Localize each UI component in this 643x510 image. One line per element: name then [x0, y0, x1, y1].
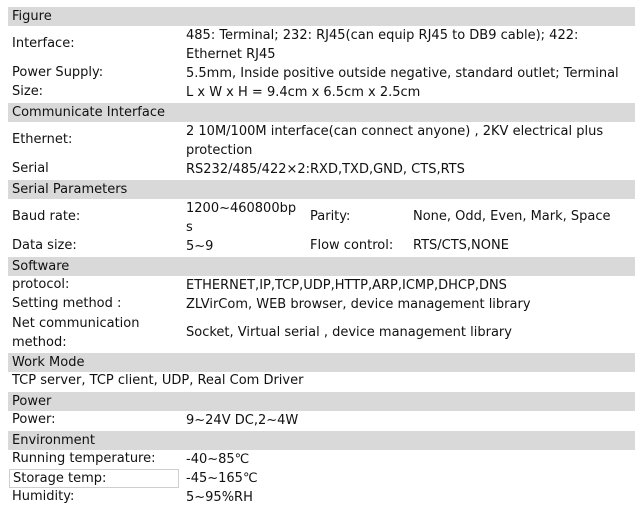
parity-label: Parity:	[310, 209, 351, 224]
spec-table: Figure Interface: 485: Terminal; 232: RJ…	[8, 6, 635, 507]
storage-temp-label: Storage temp:	[9, 469, 179, 488]
running-temperature-label: Running temperature:	[12, 451, 156, 466]
size-value: L x W x H = 9.4cm x 6.5cm x 2.5cm	[186, 85, 421, 100]
storage-temp-value: -45~165℃	[186, 471, 258, 486]
row-size: Size: L x W x H = 9.4cm x 6.5cm x 2.5cm	[8, 83, 635, 102]
work-mode-value: TCP server, TCP client, UDP, Real Com Dr…	[12, 373, 304, 388]
row-ethernet: Ethernet: 2 10M/100M interface(can conne…	[8, 122, 635, 160]
running-temperature-value: -40~85℃	[186, 452, 250, 467]
row-power-supply: Power Supply: 5.5mm, Inside positive out…	[8, 64, 635, 83]
ethernet-value: 2 10M/100M interface(can connect anyone)…	[186, 124, 604, 158]
power-supply-label: Power Supply:	[12, 65, 104, 80]
baud-label: Baud rate:	[12, 209, 81, 224]
row-net-communication: Net communication method: Socket, Virtua…	[8, 314, 635, 352]
setting-method-label: Setting method :	[12, 296, 122, 311]
serial-value: RS232/485/422×2:RXD,TXD,GND, CTS,RTS	[186, 162, 465, 177]
size-label: Size:	[12, 84, 44, 99]
flow-control-label: Flow control:	[310, 238, 394, 253]
power-supply-value: 5.5mm, Inside positive outside negative,…	[186, 66, 619, 81]
net-communication-value: Socket, Virtual serial , device manageme…	[186, 325, 512, 340]
flow-control-value: RTS/CTS,NONE	[413, 238, 509, 253]
row-baud: Baud rate: 1200~460800bps Parity: None, …	[8, 199, 635, 237]
row-humidity: Humidity: 5~95%RH	[8, 488, 635, 507]
setting-method-value: ZLVirCom, WEB browser, device management…	[186, 297, 531, 312]
power-label: Power:	[12, 412, 56, 427]
protocol-value: ETHERNET,IP,TCP,UDP,HTTP,ARP,ICMP,DHCP,D…	[186, 278, 507, 293]
row-power: Power: 9~24V DC,2~4W	[8, 411, 635, 430]
section-header-software: Software	[8, 256, 635, 276]
row-serial: Serial RS232/485/422×2:RXD,TXD,GND, CTS,…	[8, 160, 635, 179]
interface-value: 485: Terminal; 232: RJ45(can equip RJ45 …	[186, 28, 579, 62]
data-size-label: Data size:	[12, 238, 77, 253]
interface-label: Interface:	[12, 36, 75, 51]
row-interface: Interface: 485: Terminal; 232: RJ45(can …	[8, 26, 635, 64]
baud-value: 1200~460800bps	[186, 201, 297, 235]
row-protocol: protocol: ETHERNET,IP,TCP,UDP,HTTP,ARP,I…	[8, 276, 635, 295]
row-data-size: Data size: 5~9 Flow control: RTS/CTS,NON…	[8, 237, 635, 256]
row-work-mode: TCP server, TCP client, UDP, Real Com Dr…	[8, 372, 635, 391]
humidity-value: 5~95%RH	[186, 490, 253, 505]
protocol-label: protocol:	[12, 277, 70, 292]
section-header-serial-params: Serial Parameters	[8, 179, 635, 199]
parity-value: None, Odd, Even, Mark, Space	[413, 209, 611, 224]
power-value: 9~24V DC,2~4W	[186, 413, 299, 428]
section-header-work-mode: Work Mode	[8, 352, 635, 372]
section-header-power: Power	[8, 391, 635, 411]
ethernet-label: Ethernet:	[12, 132, 73, 147]
serial-label: Serial	[12, 161, 49, 176]
row-storage-temp: Storage temp: -45~165℃	[8, 469, 635, 488]
row-running-temperature: Running temperature: -40~85℃	[8, 450, 635, 469]
net-communication-label: Net communication method:	[12, 316, 140, 350]
section-header-environment: Environment	[8, 430, 635, 450]
row-setting-method: Setting method : ZLVirCom, WEB browser, …	[8, 295, 635, 314]
section-header-communicate: Communicate Interface	[8, 102, 635, 122]
humidity-label: Humidity:	[12, 489, 75, 504]
data-size-value: 5~9	[186, 239, 214, 254]
section-header-figure: Figure	[8, 6, 635, 26]
